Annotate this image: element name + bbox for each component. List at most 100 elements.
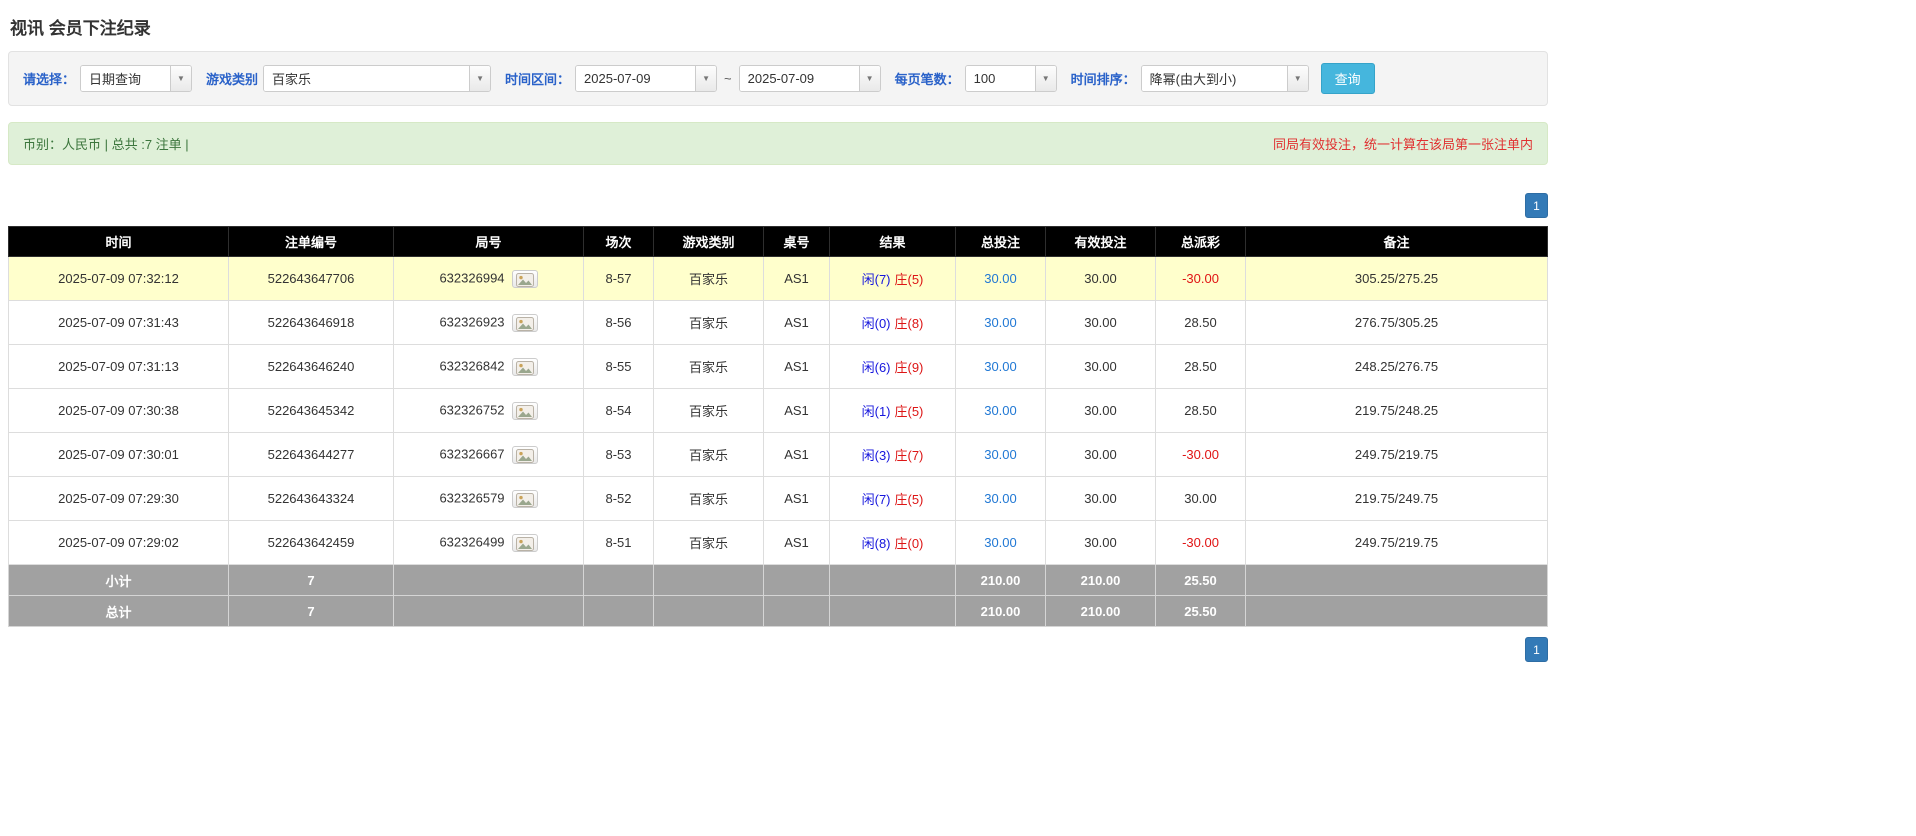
cell-result: 闲(7) 庄(5) [829,256,956,301]
photo-icon [515,536,534,551]
cell-payout: -30.00 [1155,432,1246,477]
page-1-button[interactable]: 1 [1525,193,1548,218]
cell-note: 219.75/248.25 [1245,388,1548,433]
caret-down-icon[interactable]: ▼ [170,66,192,91]
cell-game-type: 百家乐 [653,300,764,345]
cell-round-id: 632326842 [393,344,584,389]
result-player: 闲(7) [861,492,891,507]
column-header: 有效投注 [1045,226,1156,257]
round-number: 632326499 [439,533,505,549]
cell-result: 闲(8) 庄(0) [829,520,956,565]
total-bet-link[interactable]: 30.00 [984,447,1017,462]
per-page-label: 每页笔数： [894,72,960,87]
round-media-button[interactable] [511,445,538,464]
sort-order-input[interactable] [1141,66,1287,91]
cell-session: 8-57 [583,256,654,301]
caret-down-icon[interactable]: ▼ [1286,66,1308,91]
total-bet-link[interactable]: 30.00 [984,315,1017,330]
cell-valid-bet: 30.00 [1045,300,1156,345]
bet-records-table: 时间 注单编号 局号 场次 游戏类别 桌号 结果 总投注 有效投注 总派彩 备注 2025-07-0… [8,226,1548,627]
round-media-button[interactable] [511,313,538,332]
currency-total-text: 币别：人民币 | 总共 :7 注单 | [23,137,189,152]
sort-order-select[interactable]: ▼ [1140,65,1309,92]
summary-count: 7 [228,595,394,627]
result-player: 闲(0) [861,316,891,331]
cell-time: 2025-07-09 07:31:43 [8,300,229,345]
cell-bet-id: 522643643324 [228,476,394,521]
total-bet-link[interactable]: 30.00 [984,491,1017,506]
total-bet-link[interactable]: 30.00 [984,535,1017,550]
cell-note: 305.25/275.25 [1245,256,1548,301]
round-number: 632326579 [439,489,505,505]
summary-total-bet: 210.00 [955,564,1046,596]
round-media-button[interactable] [511,401,538,420]
page-1-button[interactable]: 1 [1525,637,1548,662]
cell-game-type: 百家乐 [653,520,764,565]
cell-table-no: AS1 [763,388,830,433]
cell-table-no: AS1 [763,300,830,345]
round-number: 632326752 [439,401,505,417]
cell-table-no: AS1 [763,520,830,565]
cell-total-bet: 30.00 [955,432,1046,477]
cell-result: 闲(1) 庄(5) [829,388,956,433]
query-type-input[interactable] [81,66,171,91]
time-range-label: 时间区间： [505,72,571,87]
note-warning-text: 同局有效投注，统一计算在该局第一张注单内 [1272,137,1533,152]
date-to-input[interactable] [739,66,859,91]
game-type-select[interactable]: ▼ [263,65,492,92]
cell-total-bet: 30.00 [955,520,1046,565]
search-button[interactable]: 查询 [1320,63,1375,94]
cell-result: 闲(0) 庄(8) [829,300,956,345]
result-banker: 庄(5) [894,272,924,287]
cell-time: 2025-07-09 07:32:12 [8,256,229,301]
sort-order-label: 时间排序： [1070,72,1136,87]
summary-label: 总计 [8,595,229,627]
result-banker: 庄(8) [894,316,924,331]
query-type-select[interactable]: ▼ [80,65,193,92]
cell-time: 2025-07-09 07:29:02 [8,520,229,565]
cell-total-bet: 30.00 [955,256,1046,301]
date-from-input[interactable] [576,66,696,91]
bet-row: 2025-07-09 07:31:43 522643646918 632326923… [8,300,1548,345]
total-bet-link[interactable]: 30.00 [984,359,1017,374]
round-media-button[interactable] [511,269,538,288]
summary-count: 7 [228,564,394,596]
round-media-button[interactable] [511,489,538,508]
caret-down-icon[interactable]: ▼ [858,66,880,91]
photo-icon [515,492,534,507]
date-to-select[interactable]: ▼ [738,65,881,92]
photo-icon [515,448,534,463]
result-player: 闲(3) [861,448,891,463]
total-bet-link[interactable]: 30.00 [984,403,1017,418]
date-from-select[interactable]: ▼ [575,65,718,92]
per-page-input[interactable] [965,66,1035,91]
cell-valid-bet: 30.00 [1045,344,1156,389]
query-type-label: 请选择： [23,72,76,87]
summary-payout: 25.50 [1155,595,1246,627]
cell-round-id: 632326667 [393,432,584,477]
cell-bet-id: 522643642459 [228,520,394,565]
caret-down-icon[interactable]: ▼ [1034,66,1056,91]
game-type-input[interactable] [264,66,470,91]
cell-total-bet: 30.00 [955,388,1046,433]
cell-session: 8-51 [583,520,654,565]
result-player: 闲(8) [861,536,891,551]
round-media-button[interactable] [511,357,538,376]
round-number: 632326994 [439,269,505,285]
per-page-select[interactable]: ▼ [964,65,1057,92]
total-bet-link[interactable]: 30.00 [984,271,1017,286]
cell-result: 闲(3) 庄(7) [829,432,956,477]
result-banker: 庄(5) [894,404,924,419]
cell-round-id: 632326994 [393,256,584,301]
caret-down-icon[interactable]: ▼ [695,66,717,91]
cell-payout: -30.00 [1155,520,1246,565]
cell-bet-id: 522643647706 [228,256,394,301]
cell-payout: 28.50 [1155,344,1246,389]
caret-down-icon[interactable]: ▼ [469,66,491,91]
round-media-button[interactable] [511,533,538,552]
cell-total-bet: 30.00 [955,476,1046,521]
game-type-label: 游戏类别 [206,72,259,87]
cell-session: 8-54 [583,388,654,433]
result-player: 闲(7) [861,272,891,287]
cell-bet-id: 522643646240 [228,344,394,389]
